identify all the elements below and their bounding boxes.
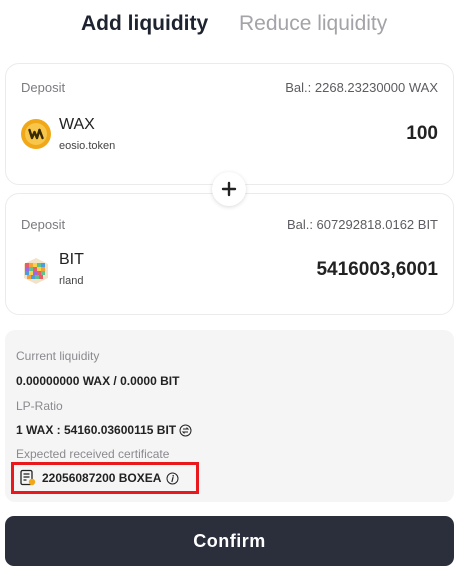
plus-icon [221, 181, 237, 197]
lp-ratio-row: 1 WAX : 54160.03600115 BIT [16, 423, 192, 437]
deposit-label: Deposit [21, 217, 66, 232]
swap-ratio-icon[interactable] [179, 424, 192, 437]
wax-token-name: WAX [59, 116, 95, 133]
liquidity-tabs: Add liquidity Reduce liquidity [0, 12, 460, 40]
wax-amount-input[interactable] [288, 121, 438, 147]
bit-token-contract: rland [59, 275, 84, 287]
deposit-label: Deposit [21, 80, 66, 95]
lp-ratio-value: 1 WAX : 54160.03600115 BIT [16, 423, 177, 437]
wax-token-icon [21, 119, 51, 149]
certificate-label: Expected received certificate [16, 447, 170, 461]
deposit-card-wax: Deposit Bal.: 2268.23230000 WAX WAX eosi… [5, 63, 454, 185]
wax-token-contract: eosio.token [59, 140, 116, 152]
plus-button[interactable] [212, 172, 246, 206]
current-liquidity-label: Current liquidity [16, 349, 100, 363]
liquidity-info-panel: Current liquidity 0.00000000 WAX / 0.000… [5, 330, 454, 502]
tab-reduce-liquidity[interactable]: Reduce liquidity [239, 12, 387, 36]
current-liquidity-value: 0.00000000 WAX / 0.0000 BIT [16, 374, 180, 388]
certificate-value: 22056087200 BOXEA [42, 471, 162, 485]
wax-balance: Bal.: 2268.23230000 WAX [285, 80, 438, 95]
bit-token-name: BIT [59, 251, 84, 268]
lp-ratio-label: LP-Ratio [16, 399, 63, 413]
certificate-row: 22056087200 BOXEA [11, 462, 199, 494]
bit-token-icon [21, 256, 51, 286]
tab-add-liquidity[interactable]: Add liquidity [81, 12, 208, 36]
certificate-icon [20, 469, 36, 486]
info-icon[interactable] [166, 472, 179, 485]
bit-amount: 5416003,6001 [316, 259, 438, 280]
deposit-card-bit: Deposit Bal.: 607292818.0162 BIT BIT rla… [5, 193, 454, 315]
bit-balance: Bal.: 607292818.0162 BIT [286, 217, 438, 232]
confirm-button[interactable]: Confirm [5, 516, 454, 566]
